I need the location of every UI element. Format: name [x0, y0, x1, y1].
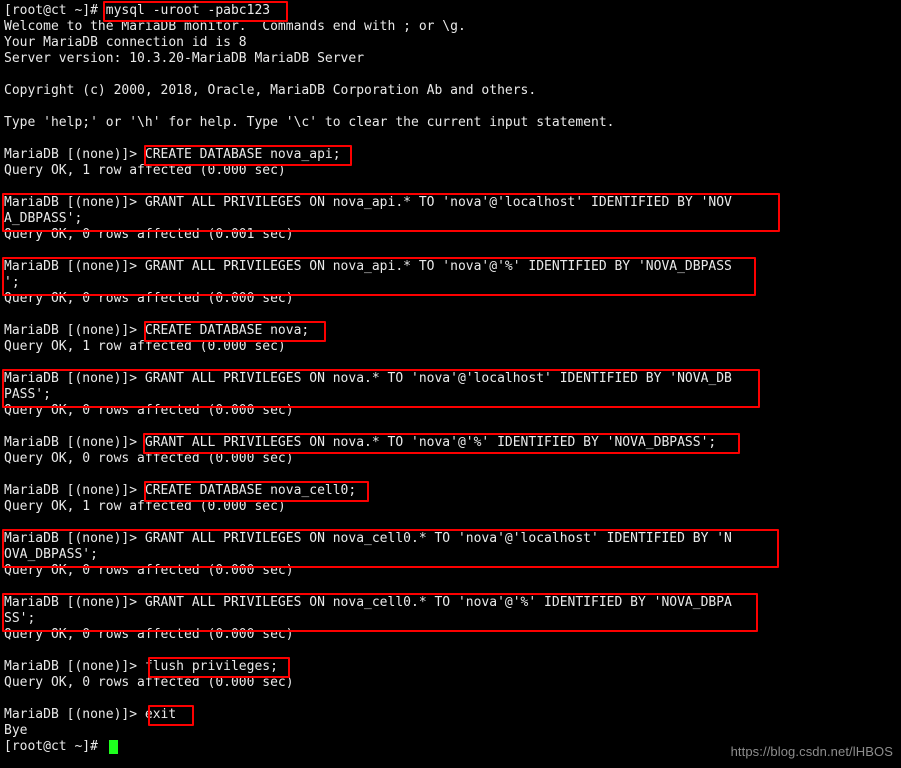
terminal-line: Query OK, 0 rows affected (0.000 sec) — [4, 403, 294, 418]
watermark-url: https://blog.csdn.net/lHBOS — [730, 743, 893, 759]
terminal-line: OVA_DBPASS'; — [4, 547, 98, 562]
terminal-line: PASS'; — [4, 387, 51, 402]
terminal-line: Query OK, 0 rows affected (0.001 sec) — [4, 227, 294, 242]
terminal-window[interactable]: [root@ct ~]# mysql -uroot -pabc123 Welcom… — [0, 0, 901, 768]
terminal-line: MariaDB [(none)]> CREATE DATABASE nova_c… — [4, 483, 357, 498]
terminal-line: MariaDB [(none)]> CREATE DATABASE nova_a… — [4, 147, 341, 162]
terminal-line: MariaDB [(none)]> GRANT ALL PRIVILEGES O… — [4, 435, 717, 450]
terminal-line: MariaDB [(none)]> GRANT ALL PRIVILEGES O… — [4, 195, 732, 210]
terminal-line: [root@ct ~]# — [4, 739, 106, 754]
terminal-line: Query OK, 0 rows affected (0.000 sec) — [4, 675, 294, 690]
terminal-line: Query OK, 1 row affected (0.000 sec) — [4, 499, 286, 514]
terminal-line: MariaDB [(none)]> GRANT ALL PRIVILEGES O… — [4, 595, 732, 610]
terminal-line: Query OK, 1 row affected (0.000 sec) — [4, 339, 286, 354]
terminal-line: Type 'help;' or '\h' for help. Type '\c'… — [4, 115, 615, 130]
terminal-line: SS'; — [4, 611, 36, 626]
terminal-line: Bye — [4, 723, 28, 738]
terminal-line: MariaDB [(none)]> GRANT ALL PRIVILEGES O… — [4, 259, 732, 274]
terminal-line: MariaDB [(none)]> GRANT ALL PRIVILEGES O… — [4, 531, 732, 546]
terminal-cursor — [109, 740, 118, 754]
terminal-line: Query OK, 0 rows affected (0.000 sec) — [4, 627, 294, 642]
terminal-line: A_DBPASS'; — [4, 211, 83, 226]
terminal-line: Query OK, 0 rows affected (0.000 sec) — [4, 291, 294, 306]
terminal-line: Welcome to the MariaDB monitor. Commands… — [4, 19, 466, 34]
terminal-line: Copyright (c) 2000, 2018, Oracle, MariaD… — [4, 83, 537, 98]
terminal-line: MariaDB [(none)]> CREATE DATABASE nova; — [4, 323, 310, 338]
terminal-line: Query OK, 0 rows affected (0.000 sec) — [4, 563, 294, 578]
terminal-line: Server version: 10.3.20-MariaDB MariaDB … — [4, 51, 365, 66]
terminal-line: MariaDB [(none)]> GRANT ALL PRIVILEGES O… — [4, 371, 732, 386]
terminal-line: MariaDB [(none)]> exit — [4, 707, 177, 722]
terminal-line: Query OK, 1 row affected (0.000 sec) — [4, 163, 286, 178]
terminal-line: '; — [4, 275, 20, 290]
terminal-line: Your MariaDB connection id is 8 — [4, 35, 247, 50]
terminal-line: MariaDB [(none)]> flush privileges; — [4, 659, 278, 674]
terminal-line: Query OK, 0 rows affected (0.000 sec) — [4, 451, 294, 466]
terminal-line: [root@ct ~]# mysql -uroot -pabc123 — [4, 3, 271, 18]
